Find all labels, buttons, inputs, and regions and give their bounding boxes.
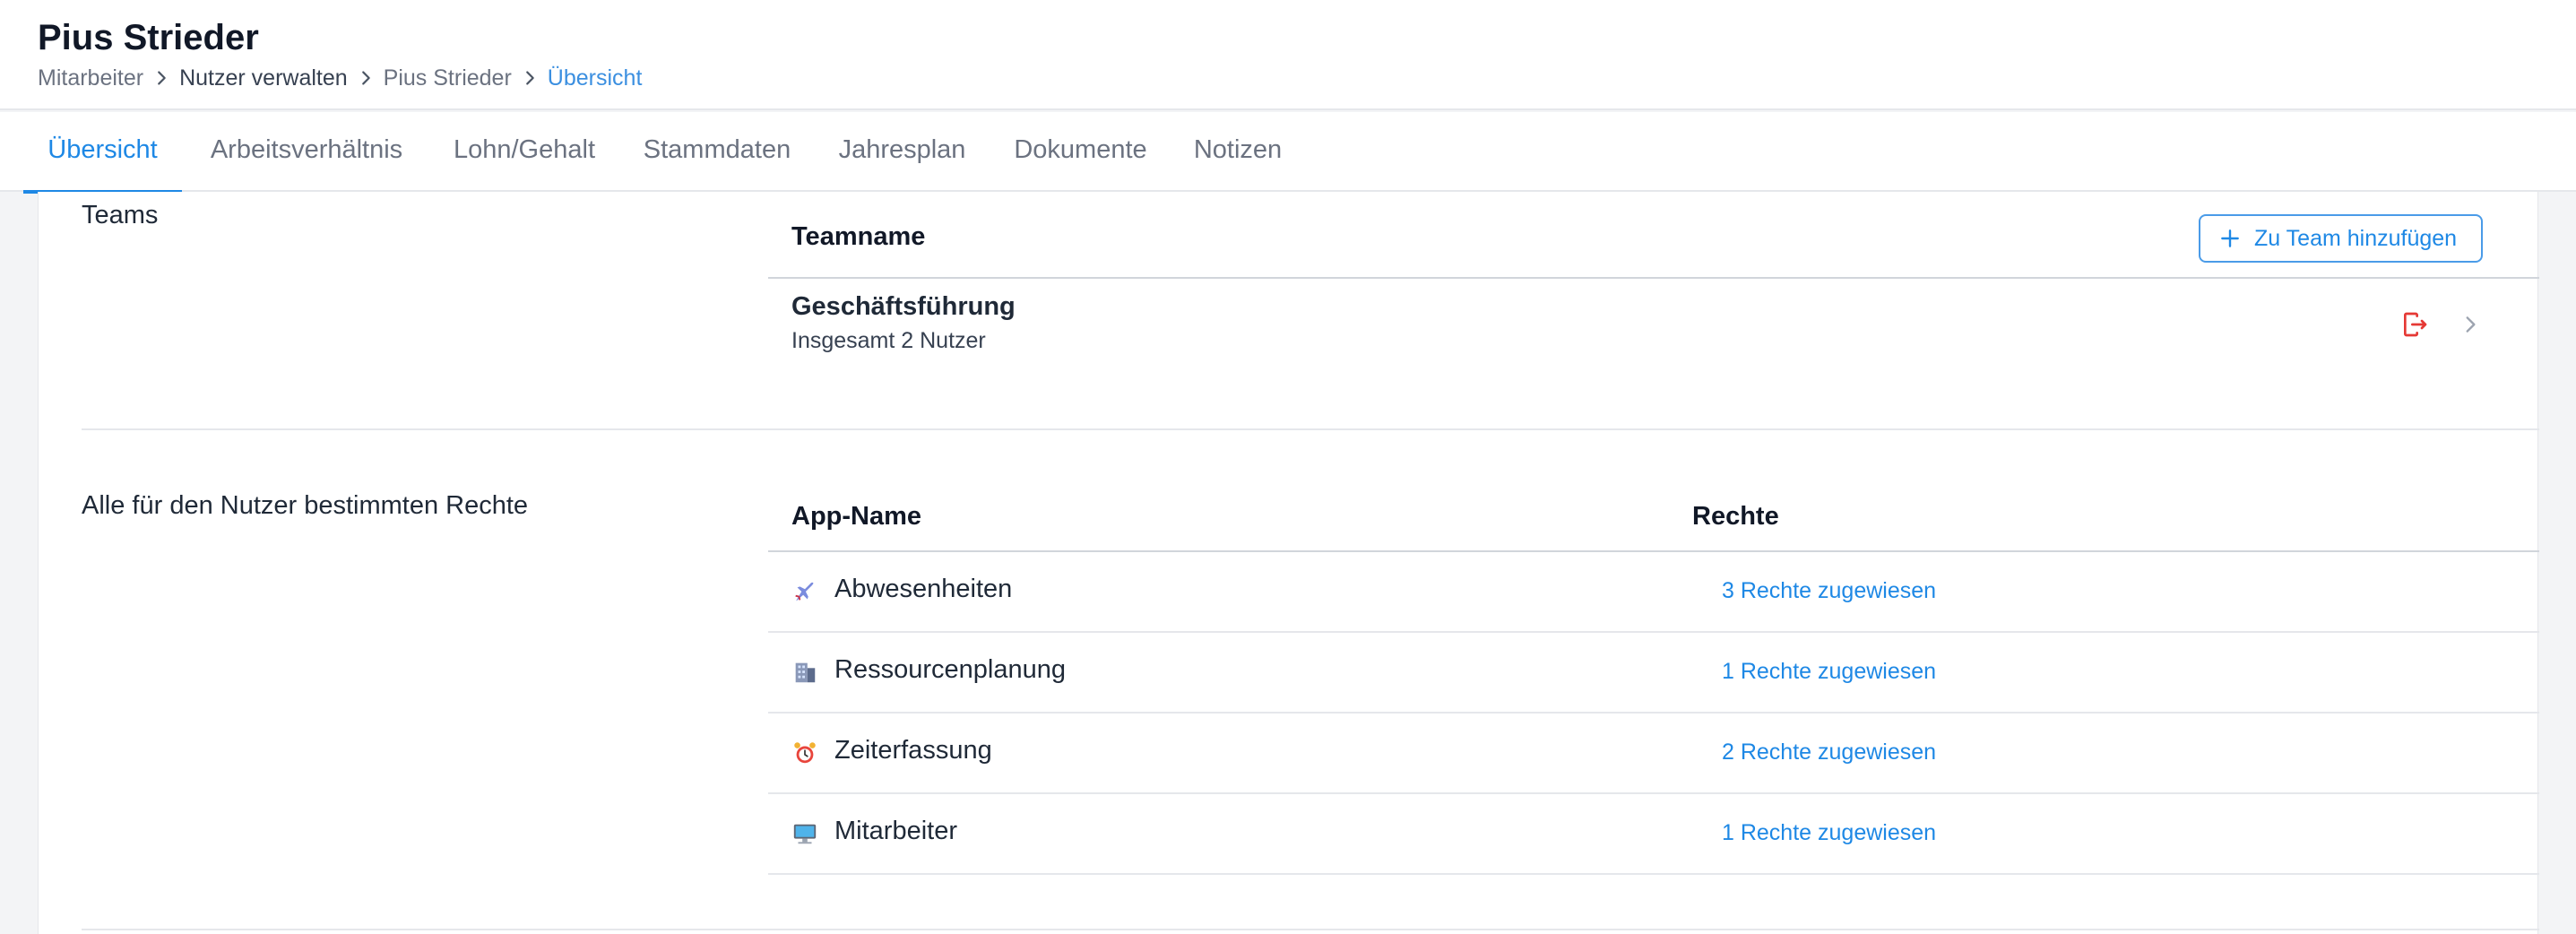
alarm-clock-icon <box>794 742 816 764</box>
chevron-right-icon <box>143 68 179 88</box>
section-divider <box>82 428 2539 430</box>
teamname-column-header: Teamname <box>791 222 926 251</box>
breadcrumb: Mitarbeiter Nutzer verwalten Pius Stried… <box>38 63 642 93</box>
chevron-right-icon[interactable] <box>2459 313 2482 336</box>
rights-column-header: Rechte <box>1692 502 1779 531</box>
chevron-right-icon <box>512 68 548 88</box>
breadcrumb-mitarbeiter[interactable]: Mitarbeiter <box>38 63 143 93</box>
chevron-right-icon <box>348 68 384 88</box>
rights-link[interactable]: 2 Rechte zugewiesen <box>1722 739 1936 765</box>
table-row: Ressourcenplanung 1 Rechte zugewiesen <box>768 633 2539 713</box>
breadcrumb-nutzer-verwalten[interactable]: Nutzer verwalten <box>179 63 348 93</box>
breadcrumb-pius-strieder[interactable]: Pius Strieder <box>384 63 512 93</box>
tab-stammdaten[interactable]: Stammdaten <box>637 112 797 192</box>
table-row: Abwesenheiten 3 Rechte zugewiesen <box>768 552 2539 633</box>
computer-icon <box>793 824 817 844</box>
tab-bar: Übersicht Arbeitsverhältnis Lohn/Gehalt … <box>0 112 2576 194</box>
tab-arbeitsverhaeltnis[interactable]: Arbeitsverhältnis <box>199 112 414 192</box>
team-member-count: Insgesamt 2 Nutzer <box>791 328 986 353</box>
app-name: Zeiterfassung <box>834 736 992 765</box>
tab-jahresplan[interactable]: Jahresplan <box>832 112 972 192</box>
app-name: Ressourcenplanung <box>834 655 1066 684</box>
teams-section-label: Teams <box>82 201 159 229</box>
add-to-team-button[interactable]: Zu Team hinzufügen <box>2199 214 2483 263</box>
rights-link[interactable]: 1 Rechte zugewiesen <box>1722 820 1936 846</box>
rights-link[interactable]: 3 Rechte zugewiesen <box>1722 578 1936 604</box>
content-panel: Teams Teamname Zu Team hinzufügen Geschä… <box>38 192 2539 934</box>
rights-section-label: Alle für den Nutzer bestimmten Rechte <box>82 491 529 520</box>
breadcrumb-uebersicht: Übersicht <box>547 65 643 91</box>
leave-team-icon[interactable] <box>2400 310 2429 339</box>
tab-notizen[interactable]: Notizen <box>1187 112 1289 192</box>
table-row: Mitarbeiter 1 Rechte zugewiesen <box>768 794 2539 875</box>
page-header: Pius Strieder Mitarbeiter Nutzer verwalt… <box>0 0 2576 110</box>
app-name: Mitarbeiter <box>834 817 957 845</box>
tab-uebersicht[interactable]: Übersicht <box>23 112 182 194</box>
app-name: Abwesenheiten <box>834 575 1013 603</box>
table-row: Zeiterfassung 2 Rechte zugewiesen <box>768 713 2539 794</box>
rights-link[interactable]: 1 Rechte zugewiesen <box>1722 659 1936 685</box>
team-name: Geschäftsführung <box>791 292 1016 321</box>
airplane-icon <box>795 582 814 601</box>
tab-dokumente[interactable]: Dokumente <box>1007 112 1154 192</box>
teams-header-divider <box>768 277 2539 279</box>
section-divider <box>82 929 2539 930</box>
app-name-column-header: App-Name <box>791 502 922 531</box>
plus-icon <box>2221 229 2239 247</box>
tab-lohn-gehalt[interactable]: Lohn/Gehalt <box>445 112 603 192</box>
page-title: Pius Strieder <box>38 18 259 57</box>
add-to-team-label: Zu Team hinzufügen <box>2254 225 2458 251</box>
building-icon <box>795 662 816 683</box>
